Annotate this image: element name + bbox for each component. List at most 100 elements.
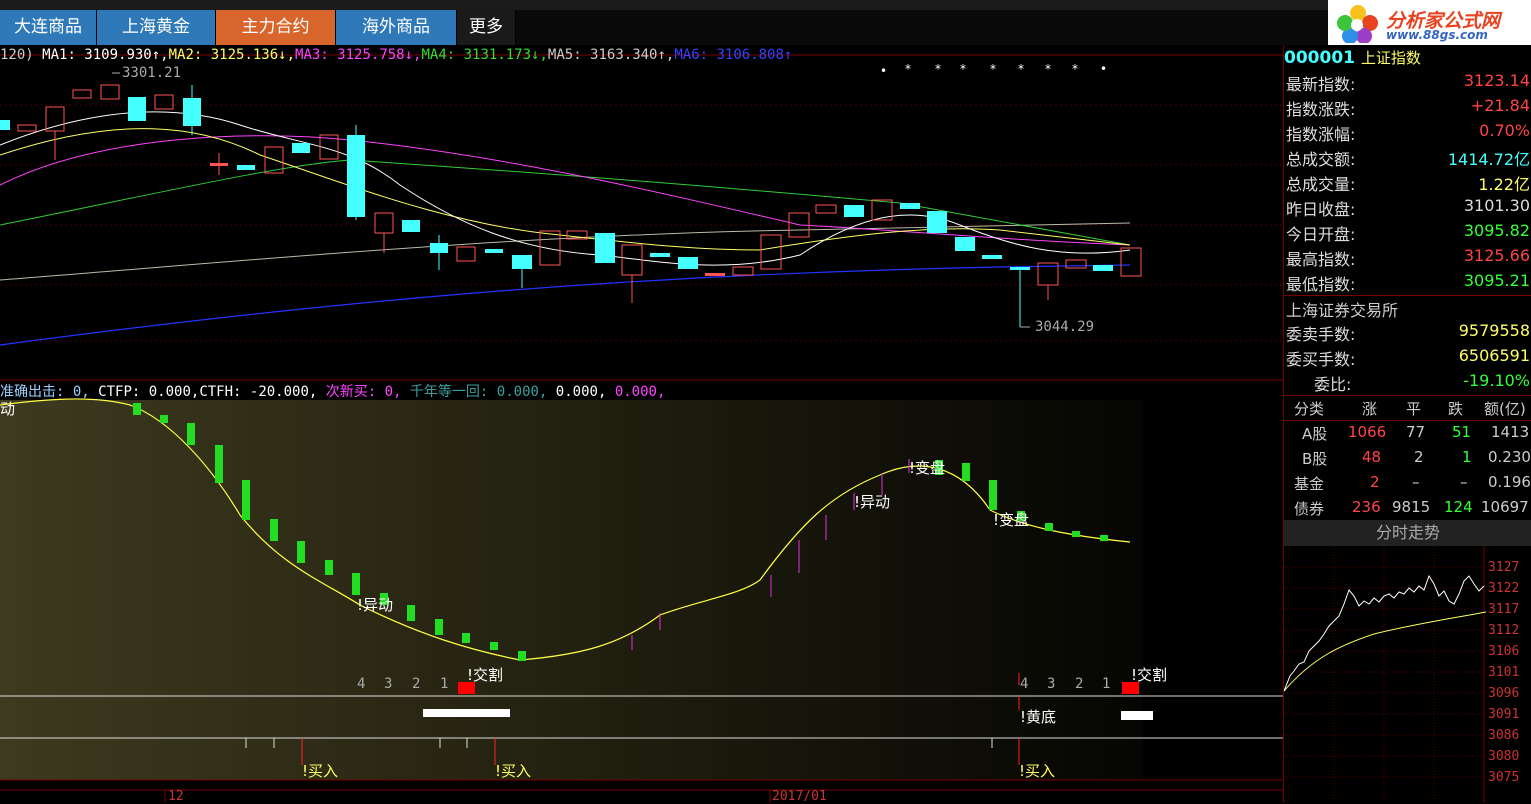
mini-axis-3127: 3127 xyxy=(1488,560,1519,575)
fund-flat: – xyxy=(1412,473,1420,491)
svg-text:*: * xyxy=(990,62,996,76)
qiannian-value: 千年等一回: 0.000, xyxy=(409,384,548,400)
ma6-value: MA6: 3106.808↑ xyxy=(674,47,793,63)
row-ask-volume-label: 委卖手数: xyxy=(1286,325,1356,344)
mini-axis-3096: 3096 xyxy=(1488,686,1519,701)
countdown-1a: 1 xyxy=(440,676,449,692)
exchange-name: 上海证券交易所 xyxy=(1284,297,1531,322)
row-open: 今日开盘: 3095.82 xyxy=(1284,221,1531,246)
row-low-label: 最低指数: xyxy=(1286,275,1356,294)
row-turnover-label: 总成交额: xyxy=(1286,150,1356,169)
row-bid-ratio: 委比: -19.10% xyxy=(1284,371,1531,396)
mini-chart-title[interactable]: 分时走势 xyxy=(1284,520,1531,546)
row-change: 指数涨跌: +21.84 xyxy=(1284,96,1531,121)
bond-amount: 10697 xyxy=(1481,498,1529,516)
ma1-value: MA1: 3109.930↑, xyxy=(42,47,169,63)
fund-amount: 0.196 xyxy=(1488,473,1531,491)
row-turnover: 总成交额: 1414.72亿 xyxy=(1284,146,1531,171)
ma4-value: MA4: 3131.173↓, xyxy=(421,47,548,63)
row-high-value: 3125.66 xyxy=(1463,246,1530,265)
row-volume: 总成交量: 1.22亿 xyxy=(1284,171,1531,196)
svg-text:*: * xyxy=(960,62,966,76)
tab-dalian-commodities[interactable]: 大连商品 xyxy=(0,10,97,45)
mini-axis-3106: 3106 xyxy=(1488,644,1519,659)
row-volume-value: 1.22亿 xyxy=(1478,175,1530,194)
index-code: 000001 xyxy=(1284,48,1355,68)
row-change-value: +21.84 xyxy=(1470,96,1530,115)
mini-axis-3112: 3112 xyxy=(1488,623,1519,638)
row-change-label: 指数涨跌: xyxy=(1286,100,1356,119)
countdown-2a: 2 xyxy=(412,676,421,692)
mini-axis-3086: 3086 xyxy=(1488,728,1519,743)
chart-area[interactable]: • * * * * * * * • 120) MA1: 3109.930↑,MA… xyxy=(0,45,1283,804)
mini-axis-3117: 3117 xyxy=(1488,602,1519,617)
signal-dong-partial: 动 xyxy=(0,400,16,418)
cixinmai-value: 次新买: 0, xyxy=(325,384,402,400)
signal-biandan-1: !变盘 xyxy=(909,459,946,477)
ma3-value: MA3: 3125.758↓, xyxy=(295,47,422,63)
site-logo: 分析家公式网 www.88gs.com xyxy=(1328,0,1531,45)
row-latest-label: 最新指数: xyxy=(1286,75,1356,94)
mini-axis-3122: 3122 xyxy=(1488,581,1519,596)
ctfh-value: CTFH: -20.000, xyxy=(199,384,318,400)
tab-overseas-commodities[interactable]: 海外商品 xyxy=(336,10,457,45)
mini-chart-price-axis: 3127 3122 3117 3112 3106 3101 3096 3091 … xyxy=(1488,560,1519,785)
row-low-value: 3095.21 xyxy=(1463,271,1530,290)
flower-logo-icon xyxy=(1337,5,1378,43)
row-change-pct-value: 0.70% xyxy=(1479,121,1530,140)
b-share-flat: 2 xyxy=(1414,448,1424,466)
countdown-3b: 3 xyxy=(1047,676,1056,692)
tab-main-contracts[interactable]: 主力合约 xyxy=(216,10,336,45)
high-price-label: 3301.21 xyxy=(122,65,182,81)
b-share-amount: 0.230 xyxy=(1488,448,1531,466)
index-header: 000001 上证指数 xyxy=(1284,47,1421,68)
fund-up: 2 xyxy=(1370,473,1380,491)
svg-text:*: * xyxy=(1018,62,1024,76)
ma-prefix: 120) xyxy=(0,47,34,63)
row-ask-volume: 委卖手数: 9579558 xyxy=(1284,321,1531,346)
divider xyxy=(1284,395,1531,396)
x-axis-month-2017-01: 2017/01 xyxy=(772,789,827,804)
svg-text:*: * xyxy=(905,62,911,76)
signal-jiaoge-2: !交割 xyxy=(1131,666,1168,684)
svg-text:*: * xyxy=(1045,62,1051,76)
countdown-3a: 3 xyxy=(384,676,393,692)
row-bid-ratio-label: 委比: xyxy=(1314,375,1352,394)
bond-down: 124 xyxy=(1444,498,1473,516)
divider xyxy=(1284,295,1531,296)
row-turnover-value: 1414.72亿 xyxy=(1447,150,1530,169)
chart-canvas: • * * * * * * * • xyxy=(0,54,1283,803)
low-price-label: 3044.29 xyxy=(1035,319,1095,335)
tab-more[interactable]: 更多 xyxy=(457,10,516,45)
signal-biandan-2: !变盘 xyxy=(993,511,1030,529)
svg-text:•: • xyxy=(880,64,887,78)
tab-shanghai-gold[interactable]: 上海黄金 xyxy=(97,10,216,45)
signal-mairu-3: !买入 xyxy=(1019,762,1056,780)
row-prev-close-label: 昨日收盘: xyxy=(1286,200,1356,219)
row-high: 最高指数: 3125.66 xyxy=(1284,246,1531,271)
b-share-down: 1 xyxy=(1462,448,1472,466)
mini-axis-3091: 3091 xyxy=(1488,707,1519,722)
ctfp-value: CTFP: 0.000, xyxy=(98,384,200,400)
signal-mairu-2: !买入 xyxy=(495,762,532,780)
signal-jiaoge-1: !交割 xyxy=(467,666,504,684)
sub-indicator-line: 准确出击: 0, CTFP: 0.000,CTFH: -20.000, 次新买:… xyxy=(0,381,665,401)
a-share-flat: 77 xyxy=(1406,423,1426,441)
a-share-down: 51 xyxy=(1452,423,1472,441)
market-tab-bar: 大连商品 上海黄金 主力合约 海外商品 更多 分析家公式网 www.88gs.c… xyxy=(0,0,1531,45)
table-divider xyxy=(1284,420,1531,421)
quote-panel: 000001 上证指数 最新指数: 3123.14 指数涨跌: +21.84 指数涨… xyxy=(1283,45,1531,803)
intraday-mini-chart[interactable]: 3127 3122 3117 3112 3106 3101 3096 3091 … xyxy=(1284,546,1531,803)
row-ask-volume-value: 9579558 xyxy=(1458,321,1530,340)
bond-up: 236 xyxy=(1352,498,1381,516)
top-toolbar-strip xyxy=(0,0,1330,10)
a-share-amount: 1413 xyxy=(1491,423,1530,441)
a-share-up: 1066 xyxy=(1348,423,1387,441)
table-header-down: 跌 xyxy=(1448,400,1464,418)
svg-text:*: * xyxy=(935,62,941,76)
b-share-label: B股 xyxy=(1302,450,1328,468)
svg-text:*: * xyxy=(1072,62,1078,76)
bond-label: 债券 xyxy=(1294,500,1325,518)
fund-down: – xyxy=(1460,473,1468,491)
signal-mairu-1: !买入 xyxy=(302,762,339,780)
